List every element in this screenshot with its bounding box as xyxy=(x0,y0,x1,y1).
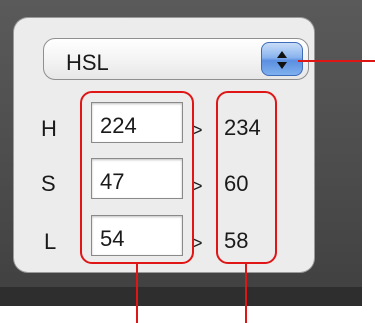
color-mode-selected-label: HSL xyxy=(66,50,109,75)
lightness-label: L xyxy=(44,229,57,254)
saturation-label: S xyxy=(41,171,56,196)
page-margin-bottom xyxy=(0,306,375,323)
annotation-line-inputs xyxy=(136,264,138,323)
annotation-line-select xyxy=(298,60,375,62)
annotation-line-converted xyxy=(245,264,247,323)
annotation-box-converted xyxy=(216,91,277,264)
up-down-stepper-icon[interactable] xyxy=(261,42,303,76)
page-margin-right xyxy=(362,0,375,323)
arrow-up-icon xyxy=(277,51,287,58)
hue-label: H xyxy=(41,116,57,141)
arrow-down-icon xyxy=(277,62,287,69)
annotation-box-inputs xyxy=(80,91,194,264)
